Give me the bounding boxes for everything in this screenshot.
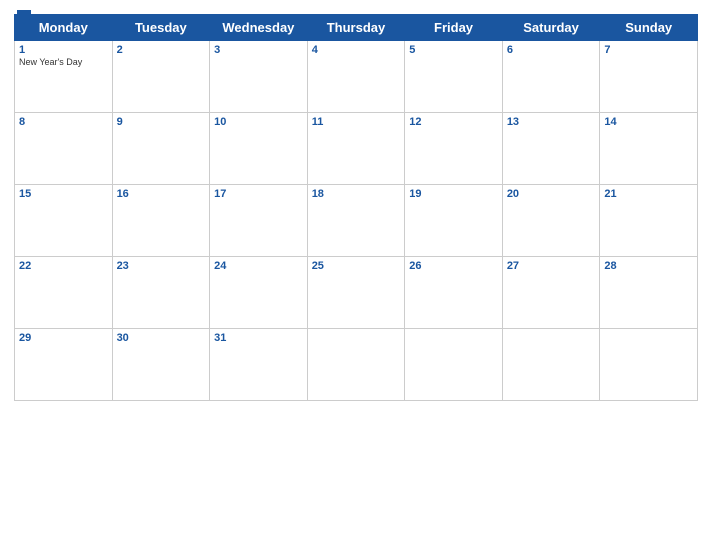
weekday-header-row: MondayTuesdayWednesdayThursdayFridaySatu… [15,15,698,41]
calendar-cell: 24 [210,257,308,329]
day-number: 18 [312,188,401,200]
day-number: 26 [409,260,498,272]
calendar-cell: 21 [600,185,698,257]
calendar-cell [502,329,600,401]
day-number: 13 [507,116,596,128]
weekday-header-friday: Friday [405,15,503,41]
day-number: 21 [604,188,693,200]
day-number: 28 [604,260,693,272]
day-number: 27 [507,260,596,272]
calendar-wrapper: MondayTuesdayWednesdayThursdayFridaySatu… [0,0,712,550]
day-number: 1 [19,44,108,56]
logo-icon [17,10,31,24]
calendar-week-row: 89 10 11 12 13 14 [15,113,698,185]
calendar-cell: 18 [307,185,405,257]
day-number: 16 [117,188,206,200]
weekday-header-thursday: Thursday [307,15,405,41]
calendar-cell: 31 [210,329,308,401]
day-number: 10 [214,116,303,128]
calendar-cell: 27 [502,257,600,329]
day-number: 12 [409,116,498,128]
calendar-cell: 25 [307,257,405,329]
calendar-cell: 28 [600,257,698,329]
day-number: 6 [507,44,596,56]
calendar-cell: 13 [502,113,600,185]
weekday-header-saturday: Saturday [502,15,600,41]
day-number: 9 [117,116,206,128]
day-number: 7 [604,44,693,56]
calendar-cell: 20 [502,185,600,257]
calendar-cell: 6 [502,41,600,113]
calendar-cell: 5 [405,41,503,113]
day-number: 17 [214,188,303,200]
day-number: 15 [19,188,108,200]
day-number: 19 [409,188,498,200]
calendar-cell: 11 [307,113,405,185]
calendar-cell: 29 [15,329,113,401]
day-number: 2 [117,44,206,56]
calendar-cell: 10 [210,113,308,185]
calendar-body: 1New Year's Day2345678910111213141516171… [15,41,698,401]
day-number: 11 [312,116,401,128]
calendar-cell: 9 [112,113,210,185]
calendar-cell: 16 [112,185,210,257]
day-number: 22 [19,260,108,272]
day-number: 24 [214,260,303,272]
calendar-cell: 8 [15,113,113,185]
calendar-cell: 3 [210,41,308,113]
logo-area [14,10,31,24]
calendar-cell: 7 [600,41,698,113]
calendar-table: MondayTuesdayWednesdayThursdayFridaySatu… [14,14,698,401]
calendar-cell: 19 [405,185,503,257]
day-number: 8 [19,116,108,128]
day-number: 23 [117,260,206,272]
calendar-cell: 12 [405,113,503,185]
calendar-week-row: 29 30 31 [15,329,698,401]
calendar-cell: 15 [15,185,113,257]
weekday-header-sunday: Sunday [600,15,698,41]
calendar-cell [307,329,405,401]
day-number: 14 [604,116,693,128]
day-number: 4 [312,44,401,56]
calendar-cell: 17 [210,185,308,257]
calendar-week-row: 22 23 24 25 26 27 28 [15,257,698,329]
day-number: 5 [409,44,498,56]
calendar-week-row: 1New Year's Day 234567 [15,41,698,113]
calendar-cell: 4 [307,41,405,113]
calendar-cell: 23 [112,257,210,329]
calendar-cell: 30 [112,329,210,401]
day-number: 25 [312,260,401,272]
calendar-cell: 26 [405,257,503,329]
calendar-cell: 2 [112,41,210,113]
calendar-cell [600,329,698,401]
day-number: 3 [214,44,303,56]
calendar-header: MondayTuesdayWednesdayThursdayFridaySatu… [15,15,698,41]
calendar-cell [405,329,503,401]
weekday-header-tuesday: Tuesday [112,15,210,41]
calendar-week-row: 15 16 17 18 19 20 21 [15,185,698,257]
calendar-cell: 14 [600,113,698,185]
day-number: 29 [19,332,108,344]
day-number: 20 [507,188,596,200]
holiday-label: New Year's Day [19,57,108,67]
day-number: 30 [117,332,206,344]
weekday-header-wednesday: Wednesday [210,15,308,41]
calendar-cell: 22 [15,257,113,329]
day-number: 31 [214,332,303,344]
calendar-cell: 1New Year's Day [15,41,113,113]
